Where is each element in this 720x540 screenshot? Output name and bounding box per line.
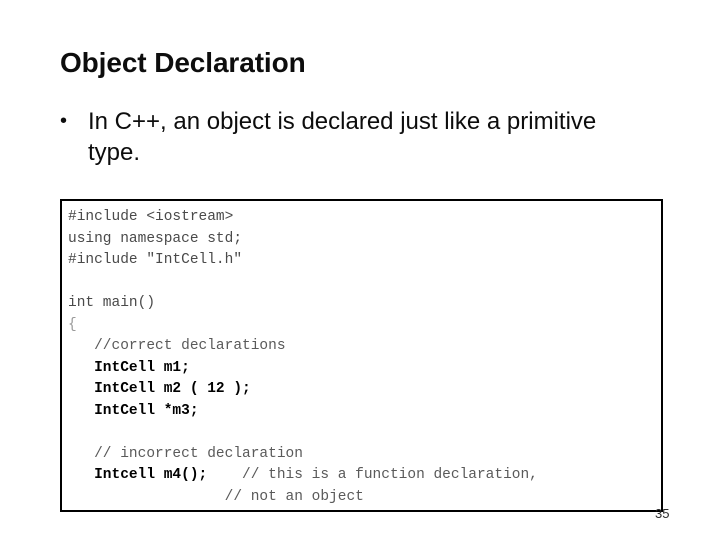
- bullet-list: • In C++, an object is declared just like…: [60, 106, 620, 168]
- code-token-comment: // this is a function declaration,: [207, 467, 538, 483]
- code-token-plain: #include <iostream>: [68, 209, 234, 225]
- code-token-decl: IntCell *m3;: [68, 402, 199, 419]
- page-title: Object Declaration: [60, 47, 306, 78]
- code-line: IntCell m1;: [68, 358, 661, 380]
- code-token-comment: // not an object: [68, 488, 364, 505]
- code-line: Intcell m4(); // this is a function decl…: [68, 465, 661, 487]
- code-line: // incorrect declaration: [68, 444, 661, 466]
- code-line: #include "IntCell.h": [68, 250, 661, 272]
- bullet-item: • In C++, an object is declared just like…: [60, 106, 620, 168]
- code-token-comment: // incorrect declaration: [68, 445, 303, 462]
- code-token-plain: #include "IntCell.h": [68, 252, 243, 268]
- bullet-item-text: In C++, an object is declared just like …: [88, 108, 597, 166]
- code-block: #include <iostream> using namespace std; #…: [60, 199, 663, 512]
- code-token-plain: int main(): [68, 295, 156, 311]
- code-line: #include <iostream>: [68, 207, 661, 229]
- code-line: IntCell m2 ( 12 );: [68, 379, 661, 401]
- code-line: //correct declarations: [68, 336, 661, 358]
- slide-canvas: Object Declaration • In C++, an object is…: [0, 0, 720, 540]
- code-token-plain: using namespace std;: [68, 230, 243, 247]
- code-line: using namespace std;: [68, 229, 661, 251]
- code-line: {: [68, 315, 661, 337]
- page-number: 35: [655, 506, 670, 521]
- code-token-decl: Intcell m4();: [68, 467, 208, 483]
- code-listing: #include <iostream> using namespace std; #…: [68, 207, 661, 508]
- code-token-decl: IntCell m1;: [68, 359, 190, 376]
- code-token-decl: IntCell m2 ( 12 );: [68, 381, 251, 397]
- bullet-marker-icon: •: [60, 110, 68, 132]
- code-token-comment: //correct declarations: [68, 338, 286, 354]
- code-token-brace: {: [68, 316, 77, 333]
- code-line: // not an object: [68, 487, 661, 509]
- code-line: int main(): [68, 293, 661, 315]
- code-line: IntCell *m3;: [68, 401, 661, 423]
